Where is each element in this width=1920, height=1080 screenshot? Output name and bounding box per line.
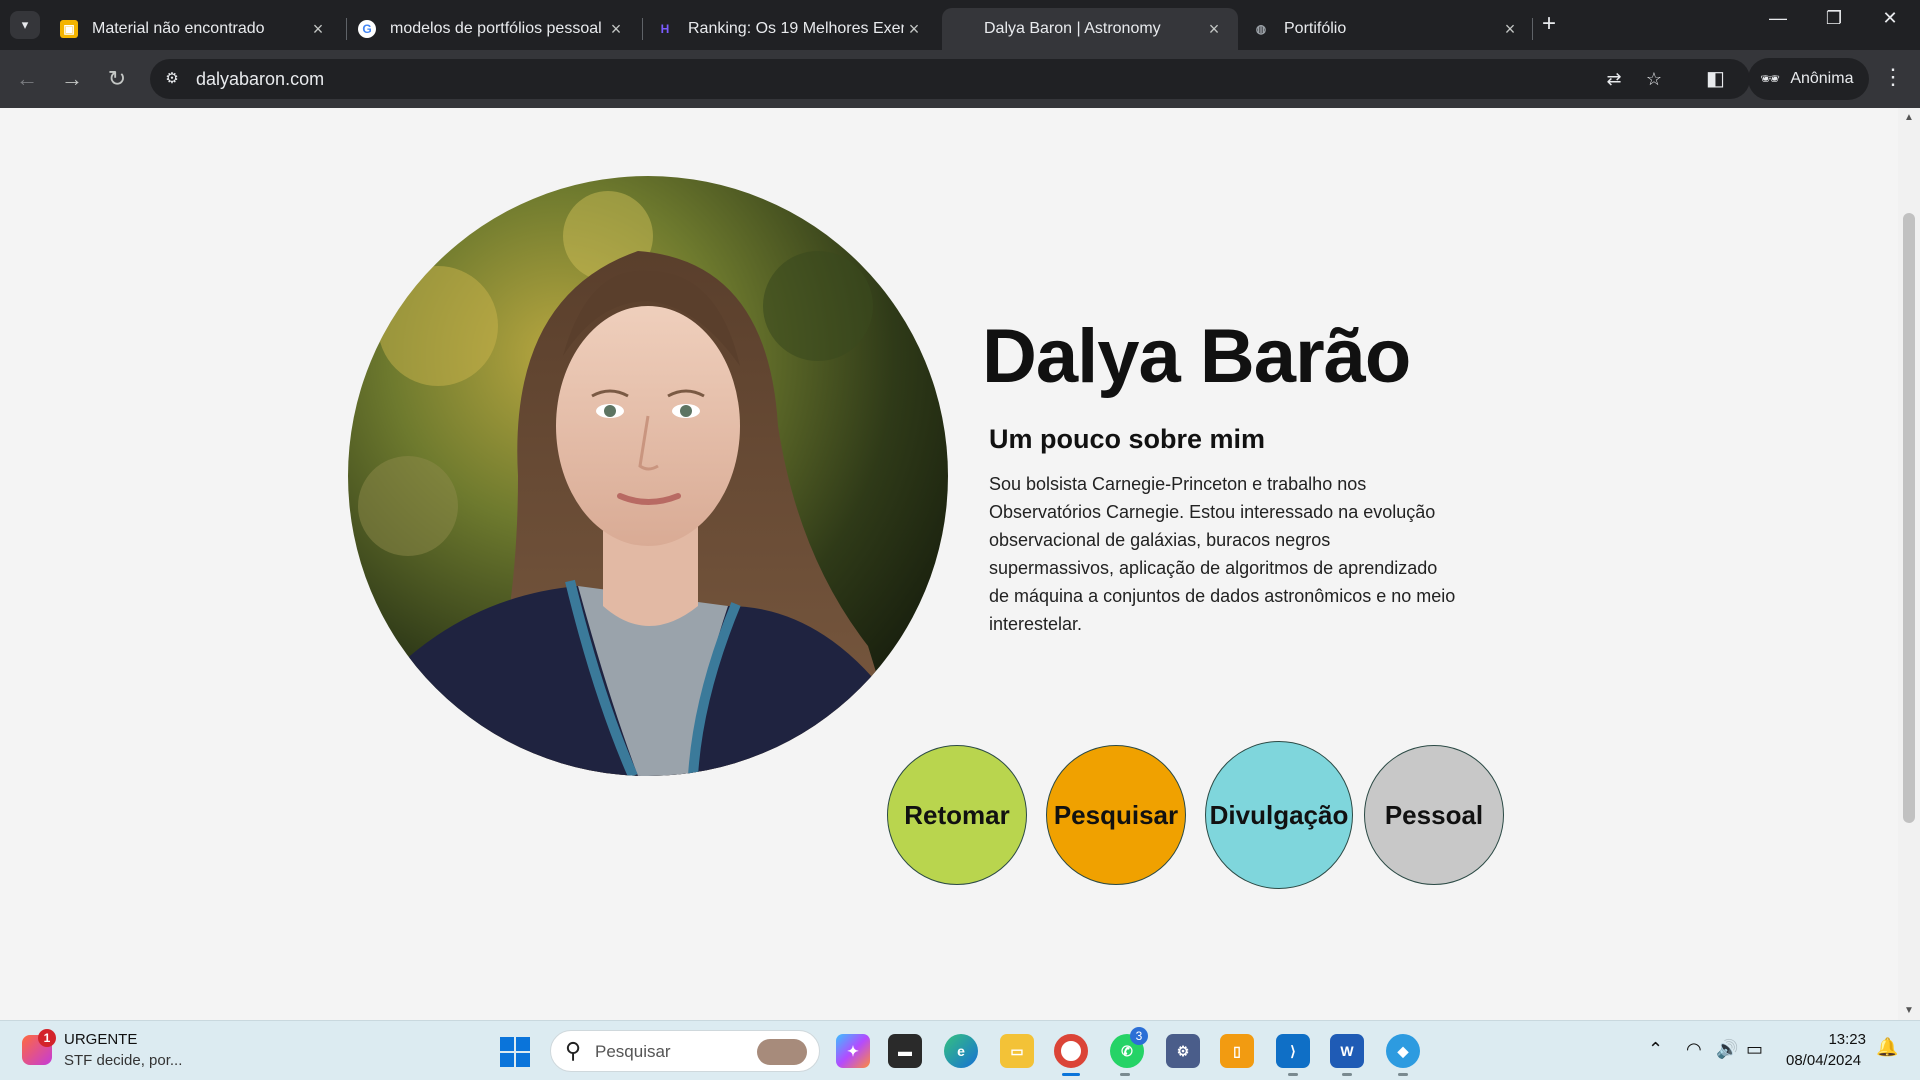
tab-material[interactable]: ▣ Material não encontrado × xyxy=(46,8,342,50)
profile-photo xyxy=(348,176,948,776)
bio-paragraph: Sou bolsista Carnegie-Princeton e trabal… xyxy=(989,474,1456,634)
tab-dalya-baron[interactable]: Dalya Baron | Astronomy × xyxy=(942,8,1238,50)
scroll-up-icon[interactable]: ▲ xyxy=(1898,112,1920,123)
side-panel-icon[interactable]: ◧ xyxy=(1706,66,1725,91)
chevron-down-icon: ▾ xyxy=(21,17,29,32)
restore-button[interactable]: ❐ xyxy=(1814,8,1854,29)
start-button[interactable] xyxy=(500,1037,530,1067)
settings-app-icon[interactable]: ⚙ xyxy=(1166,1034,1200,1068)
outreach-button[interactable]: Divulgação xyxy=(1205,741,1353,889)
search-icon: ⚲ xyxy=(565,1038,582,1063)
python-icon[interactable]: ◆ xyxy=(1386,1034,1420,1068)
research-button[interactable]: Pesquisar xyxy=(1046,745,1186,885)
translate-icon[interactable]: ⇄ xyxy=(1602,67,1626,91)
notes-app-icon[interactable]: ▯ xyxy=(1220,1034,1254,1068)
chrome-icon[interactable] xyxy=(1054,1034,1088,1068)
arrow-left-icon: ← xyxy=(16,66,38,91)
browser-toolbar: ← → ↻ ⚙ dalyabaron.com ⇄ ☆ ◧ 🕶 Anônima ⋮ xyxy=(0,50,1920,108)
scroll-down-icon[interactable]: ▼ xyxy=(1898,1005,1920,1016)
reload-button[interactable]: ↻ xyxy=(102,64,132,94)
volume-icon[interactable]: 🔊 xyxy=(1716,1039,1738,1060)
more-menu-icon[interactable]: ⋮ xyxy=(1882,64,1904,90)
page-scrollbar[interactable]: ▲ ▼ xyxy=(1898,108,1920,1020)
bookmark-star-icon[interactable]: ☆ xyxy=(1642,67,1666,91)
file-explorer-icon[interactable]: ▭ xyxy=(1000,1034,1034,1068)
address-bar[interactable]: ⚙ dalyabaron.com ⇄ ☆ xyxy=(150,59,1750,99)
arrow-right-icon: → xyxy=(61,66,83,91)
new-tab-button[interactable]: + xyxy=(1542,10,1556,38)
whatsapp-badge: 3 xyxy=(1130,1027,1148,1045)
close-icon[interactable]: × xyxy=(1204,19,1224,40)
globe-icon: ◍ xyxy=(1255,22,1267,36)
vscode-icon[interactable]: ⟩ xyxy=(1276,1034,1310,1068)
tab-ranking[interactable]: H Ranking: Os 19 Melhores Exemp × xyxy=(642,8,938,50)
forward-button[interactable]: → xyxy=(57,64,87,94)
terminal-icon[interactable]: ▬ xyxy=(888,1034,922,1068)
show-hidden-icons-chevron-icon[interactable]: ⌃ xyxy=(1648,1039,1663,1060)
copilot-icon[interactable]: ✦ xyxy=(836,1034,870,1068)
clock-date[interactable]: 08/04/2024 xyxy=(1786,1052,1861,1069)
taskbar-search[interactable]: ⚲ Pesquisar xyxy=(550,1030,820,1072)
news-badge: 1 xyxy=(38,1029,56,1047)
plus-icon: + xyxy=(1542,10,1557,37)
minimize-button[interactable]: — xyxy=(1758,8,1798,29)
word-icon[interactable]: W xyxy=(1330,1034,1364,1068)
resume-button[interactable]: Retomar xyxy=(887,745,1027,885)
hostinger-icon: H xyxy=(660,22,670,36)
page-title: Dalya Barão xyxy=(982,314,1411,399)
notification-bell-icon[interactable]: 🔔 xyxy=(1876,1037,1898,1058)
edge-icon[interactable]: e xyxy=(944,1034,978,1068)
tab-google-search[interactable]: G modelos de portfólios pessoal e × xyxy=(344,8,640,50)
about-heading: Um pouco sobre mim xyxy=(989,424,1266,454)
close-icon[interactable]: × xyxy=(1500,19,1520,40)
close-icon[interactable]: × xyxy=(904,19,924,40)
incognito-icon: 🕶 xyxy=(1760,71,1781,88)
site-settings-icon[interactable]: ⚙ xyxy=(162,69,182,89)
incognito-profile-button[interactable]: 🕶 Anônima xyxy=(1748,58,1870,100)
portrait-illustration xyxy=(348,176,948,776)
tab-portfolio[interactable]: ◍ Portifólio × xyxy=(1238,8,1534,50)
tab-search-button[interactable]: ▾ xyxy=(10,11,40,39)
search-highlight-icon xyxy=(757,1039,807,1065)
page-content: Dalya Barão Um pouco sobre mim Sou bolsi… xyxy=(0,108,1920,1020)
slides-icon: ▣ xyxy=(60,20,78,38)
clock-time[interactable]: 13:23 xyxy=(1812,1031,1866,1048)
personal-button[interactable]: Pessoal xyxy=(1364,745,1504,885)
google-icon: G xyxy=(358,20,376,38)
url-text[interactable]: dalyabaron.com xyxy=(196,69,324,90)
close-icon[interactable]: × xyxy=(606,19,626,40)
scrollbar-thumb[interactable] xyxy=(1903,213,1915,823)
close-icon[interactable]: × xyxy=(308,19,328,40)
close-window-button[interactable]: ✕ xyxy=(1870,8,1910,29)
wifi-icon[interactable]: ◠ xyxy=(1686,1039,1702,1060)
reload-icon: ↻ xyxy=(107,66,127,91)
windows-taskbar: 1 URGENTE STF decide, por... ⚲ Pesquisar… xyxy=(0,1020,1920,1080)
back-button[interactable]: ← xyxy=(12,64,42,94)
battery-icon[interactable]: ▭ xyxy=(1746,1039,1763,1060)
tab-strip: ▾ ▣ Material não encontrado × G modelos … xyxy=(0,0,1920,50)
